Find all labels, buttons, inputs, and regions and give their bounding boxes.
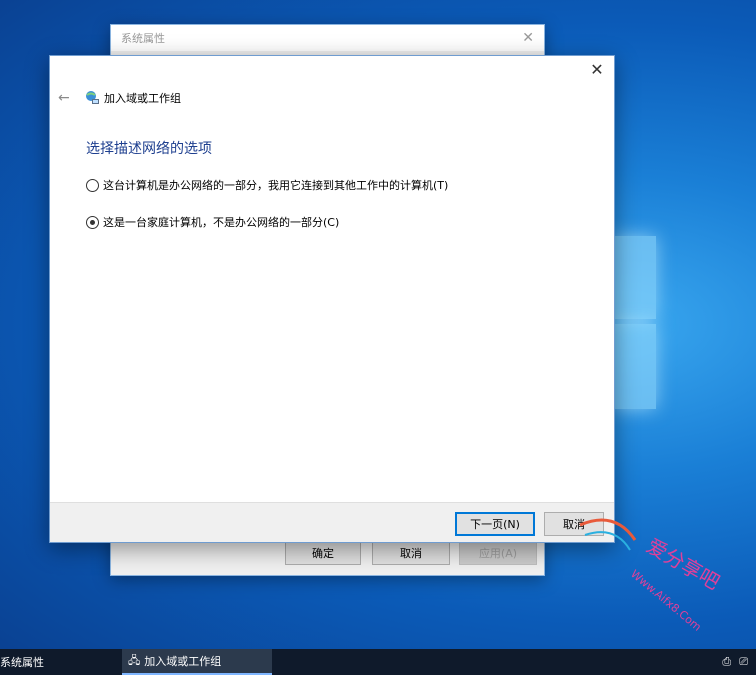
system-properties-button-row: 确定 取消 应用(A) [111,541,544,565]
close-icon[interactable]: ✕ [586,60,608,79]
svg-text:Www.Aifx8.Com: Www.Aifx8.Com [628,567,704,633]
taskbar-item-join-domain[interactable]: 🖧 加入域或工作组 [122,649,272,675]
network-computer-icon [84,90,100,106]
radio-office-network[interactable] [86,178,99,192]
wizard-heading: 选择描述网络的选项 [86,141,212,157]
system-properties-titlebar: 系统属性 ✕ [111,25,544,51]
taskbar: 系统属性 🖧 加入域或工作组 ⎙ ⎚ [0,649,756,675]
wizard-cancel-button[interactable]: 取消 [544,512,604,536]
desktop-logo-pane-top [613,236,656,319]
join-domain-wizard: ✕ ← 加入域或工作组 选择描述网络的选项 这台计算机是办公网络的一部分，我用它… [49,55,615,543]
radio-selected-dot [90,219,95,225]
network-status-icon[interactable]: ⎚ [739,655,748,669]
taskbar-item-system-properties[interactable]: 系统属性 [0,649,108,675]
system-tray: ⎙ ⎚ [722,655,756,669]
next-button[interactable]: 下一页(N) [455,512,535,536]
option-home-computer-label[interactable]: 这是一台家庭计算机，不是办公网络的一部分(C) [103,214,339,230]
wizard-footer: 下一页(N) 取消 [50,502,614,542]
usb-device-icon[interactable]: ⎙ [722,655,731,669]
taskbar-item-label: 加入域或工作组 [144,655,222,668]
taskbar-item-label: 系统属性 [0,656,44,669]
wizard-title: 加入域或工作组 [104,92,181,105]
close-icon[interactable]: ✕ [522,30,534,46]
option-office-network[interactable]: 这台计算机是办公网络的一部分，我用它连接到其他工作中的计算机(T) [86,177,448,193]
network-computer-icon: 🖧 [128,653,141,667]
back-arrow-icon[interactable]: ← [58,90,76,106]
svg-text:爱分享吧: 爱分享吧 [643,534,724,595]
cancel-button[interactable]: 取消 [372,541,450,565]
desktop-logo-pane-bottom [613,324,656,409]
system-properties-title: 系统属性 [121,32,165,45]
apply-button[interactable]: 应用(A) [459,541,537,565]
wizard-nav: ← 加入域或工作组 [58,90,181,106]
option-home-computer[interactable]: 这是一台家庭计算机，不是办公网络的一部分(C) [86,214,339,230]
option-office-network-label[interactable]: 这台计算机是办公网络的一部分，我用它连接到其他工作中的计算机(T) [103,177,448,193]
radio-home-computer[interactable] [86,215,99,229]
ok-button[interactable]: 确定 [285,541,361,565]
